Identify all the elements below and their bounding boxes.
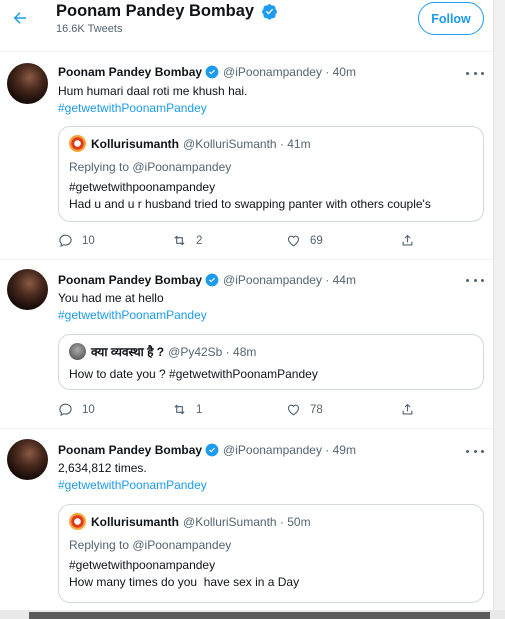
reply-icon xyxy=(59,403,72,417)
more-options-icon[interactable] xyxy=(466,68,484,78)
tweet-header: Poonam Pandey Bombay @iPoonampandey · 44… xyxy=(58,273,356,287)
reply-button[interactable]: 10 xyxy=(58,233,95,248)
tweet-text-line: Hum humari daal roti me khush hai. xyxy=(58,84,248,98)
reply-icon xyxy=(59,234,72,248)
tweet-text: Hum humari daal roti me khush hai. #getw… xyxy=(58,83,247,117)
share-button[interactable] xyxy=(400,402,415,417)
author-handle-time[interactable]: @iPoonampandey · 40m xyxy=(223,65,356,79)
quote-avatar xyxy=(69,513,86,530)
quoted-tweet[interactable]: क्या व्यवस्था है ? @Py42Sb · 48m How to … xyxy=(58,334,484,390)
tweet-header: Poonam Pandey Bombay @iPoonampandey · 40… xyxy=(58,65,356,79)
more-options-icon[interactable] xyxy=(466,446,484,456)
author-handle-time[interactable]: @iPoonampandey · 49m xyxy=(223,443,356,457)
tweet-text: You had me at hello #getwetwithPoonamPan… xyxy=(58,290,207,324)
retweet-icon xyxy=(174,404,185,415)
tweet-text: 2,634,812 times. #getwetwithPoonamPandey xyxy=(58,460,207,494)
share-icon xyxy=(402,403,413,415)
like-button[interactable]: 69 xyxy=(286,233,323,248)
quote-replying-to: Replying to @iPoonampandey xyxy=(69,538,232,552)
quoted-tweet[interactable]: Kollurisumanth @KolluriSumanth · 41m Rep… xyxy=(58,126,484,222)
quoted-tweet[interactable]: Kollurisumanth @KolluriSumanth · 50m Rep… xyxy=(58,504,484,603)
hashtag-link[interactable]: #getwetwithPoonamPandey xyxy=(58,100,247,117)
reply-count: 10 xyxy=(82,403,95,416)
quote-handle-time: @KolluriSumanth · 41m xyxy=(183,136,311,151)
tweet[interactable]: Poonam Pandey Bombay @iPoonampandey · 40… xyxy=(0,53,493,260)
horizontal-scrollbar-thumb[interactable] xyxy=(29,612,490,619)
retweet-count: 1 xyxy=(196,403,203,416)
quote-avatar xyxy=(69,343,86,360)
hashtag-link[interactable]: #getwetwithPoonamPandey xyxy=(58,307,207,324)
quote-header: क्या व्यवस्था है ? @Py42Sb · 48m xyxy=(69,343,256,360)
tweet[interactable]: Poonam Pandey Bombay @iPoonampandey · 49… xyxy=(0,430,493,610)
quote-author-name: Kollurisumanth xyxy=(91,514,180,529)
back-arrow-icon[interactable] xyxy=(8,6,32,30)
quote-header: Kollurisumanth @KolluriSumanth · 50m xyxy=(69,513,311,530)
quote-avatar xyxy=(69,135,86,152)
more-options-icon[interactable] xyxy=(466,275,484,285)
retweet-count: 2 xyxy=(196,234,203,247)
vertical-scrollbar[interactable] xyxy=(493,0,505,619)
share-icon xyxy=(402,234,413,246)
author-name[interactable]: Poonam Pandey Bombay xyxy=(58,443,202,457)
quote-handle-time: @Py42Sb · 48m xyxy=(168,344,257,359)
avatar[interactable] xyxy=(7,269,48,310)
quote-handle-time: @KolluriSumanth · 50m xyxy=(183,514,311,529)
profile-title: Poonam Pandey Bombay xyxy=(56,2,278,21)
profile-name: Poonam Pandey Bombay xyxy=(56,2,255,20)
quote-author-name: क्या व्यवस्था है ? xyxy=(91,345,165,359)
tweet-count: 16.6K Tweets xyxy=(56,23,123,35)
share-button[interactable] xyxy=(400,233,415,248)
tweet[interactable]: Poonam Pandey Bombay @iPoonampandey · 44… xyxy=(0,261,493,429)
verified-badge-icon xyxy=(205,443,219,457)
author-name[interactable]: Poonam Pandey Bombay xyxy=(58,65,202,79)
like-count: 69 xyxy=(310,234,323,247)
avatar[interactable] xyxy=(7,439,48,480)
quote-replying-to: Replying to @iPoonampandey xyxy=(69,160,232,174)
verified-badge-icon xyxy=(262,4,277,20)
retweet-button[interactable]: 2 xyxy=(172,233,202,248)
heart-icon xyxy=(287,404,300,416)
quote-text-line: How to date you ? #getwetwithPoonamPande… xyxy=(69,367,318,381)
tweet-text-line: You had me at hello xyxy=(58,291,164,305)
tweet-text-line: 2,634,812 times. xyxy=(58,461,147,475)
like-count: 78 xyxy=(310,403,323,416)
heart-icon xyxy=(287,235,300,247)
quote-text-line: #getwetwithpoonampandey xyxy=(69,558,216,572)
retweet-icon xyxy=(174,235,185,246)
tweet-actions: 10 1 78 xyxy=(58,402,428,418)
quote-author-name: Kollurisumanth xyxy=(91,136,180,151)
quote-text-line: #getwetwithpoonampandey xyxy=(69,180,216,194)
retweet-button[interactable]: 1 xyxy=(172,402,202,417)
quote-text-line: How many times do you have sex in a Day xyxy=(69,575,300,589)
tweet-header: Poonam Pandey Bombay @iPoonampandey · 49… xyxy=(58,443,356,457)
follow-button[interactable]: Follow xyxy=(418,2,484,35)
tweet-actions: 10 2 69 xyxy=(58,233,428,249)
reply-button[interactable]: 10 xyxy=(58,402,95,417)
quote-header: Kollurisumanth @KolluriSumanth · 41m xyxy=(69,135,311,152)
hashtag-link[interactable]: #getwetwithPoonamPandey xyxy=(58,477,207,494)
verified-badge-icon xyxy=(205,65,219,79)
profile-header: Poonam Pandey Bombay 16.6K Tweets Follow xyxy=(0,0,493,52)
like-button[interactable]: 78 xyxy=(286,402,323,417)
avatar[interactable] xyxy=(7,63,48,104)
quote-text-line: Had u and u r husband tried to swapping … xyxy=(69,197,431,211)
verified-badge-icon xyxy=(205,273,219,287)
author-handle-time[interactable]: @iPoonampandey · 44m xyxy=(223,273,356,287)
reply-count: 10 xyxy=(82,234,95,247)
author-name[interactable]: Poonam Pandey Bombay xyxy=(58,273,202,287)
